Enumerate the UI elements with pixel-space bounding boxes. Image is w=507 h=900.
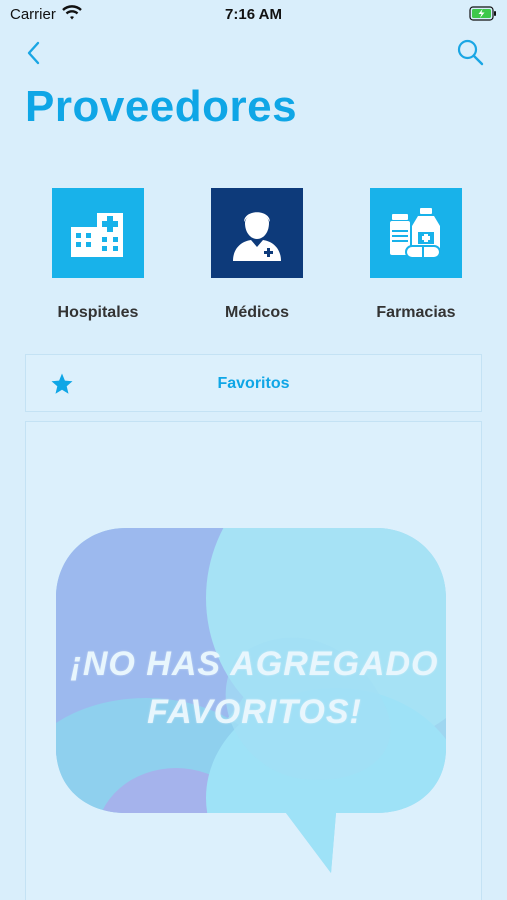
status-bar: Carrier 7:16 AM xyxy=(0,0,507,30)
empty-favorites-message: ¡NO HAS AGREGADO FAVORITOS! xyxy=(26,640,483,736)
favorites-panel: ¡NO HAS AGREGADO FAVORITOS! xyxy=(25,421,482,900)
hospital-building-icon xyxy=(52,188,144,278)
category-farmacias[interactable]: Farmacias xyxy=(341,188,491,322)
category-label: Hospitales xyxy=(57,304,139,321)
chevron-left-icon xyxy=(27,41,40,65)
status-time: 7:16 AM xyxy=(225,6,282,23)
back-button[interactable] xyxy=(20,38,50,68)
medicine-bottles-icon xyxy=(370,188,462,278)
empty-message-line-1: ¡NO HAS AGREGADO xyxy=(70,645,439,683)
search-button[interactable] xyxy=(455,37,485,67)
category-hospitales[interactable]: Hospitales xyxy=(23,188,173,322)
search-icon xyxy=(457,39,484,66)
doctor-icon xyxy=(211,188,303,278)
category-label: Médicos xyxy=(224,304,289,321)
category-medicos[interactable]: Médicos xyxy=(182,188,332,322)
battery-charging-icon xyxy=(469,6,497,26)
empty-message-line-2: FAVORITOS! xyxy=(147,693,362,731)
category-label: Farmacias xyxy=(376,304,456,321)
page-title: Proveedores xyxy=(25,82,298,131)
favorites-tab[interactable]: Favoritos xyxy=(25,354,482,412)
favorites-label: Favoritos xyxy=(217,375,290,392)
